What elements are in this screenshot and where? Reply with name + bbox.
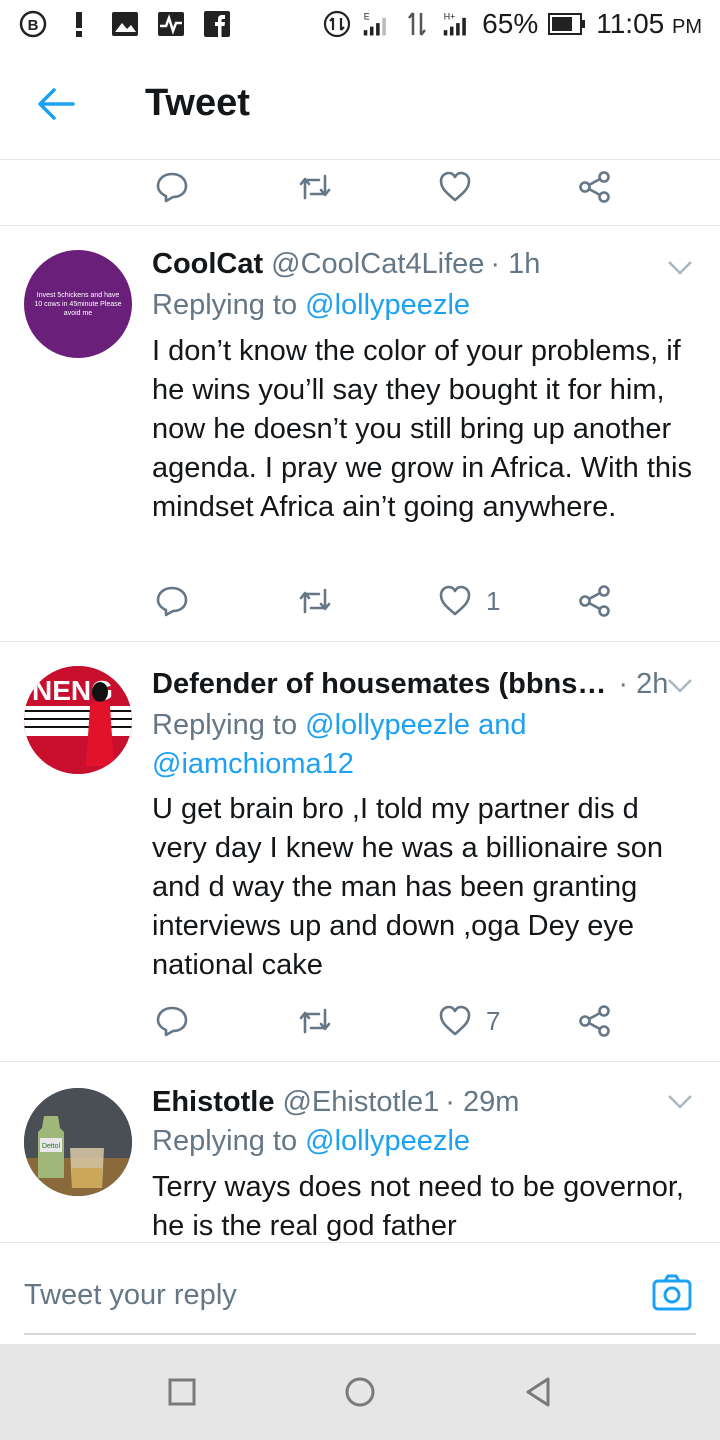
author-handle[interactable]: @CoolCat4Lifee — [271, 248, 484, 281]
tweet-defender[interactable]: NENG Defender of housemates (bbns… · 2h … — [0, 642, 720, 1062]
tweet-header: CoolCat @CoolCat4Lifee · 1h — [152, 248, 690, 281]
mention-link-2[interactable]: @iamchioma12 — [152, 748, 354, 780]
avatar[interactable]: Invest 5chickens and have 10 cows in 45m… — [24, 250, 132, 358]
tweet-time: · 1h — [490, 248, 541, 280]
avatar[interactable]: NENG — [24, 666, 132, 774]
tweet-body: I don’t know the color of your problems,… — [152, 335, 692, 523]
like-button[interactable] — [438, 170, 472, 204]
reply-composer: Tweet your reply — [0, 1242, 720, 1344]
retweet-button[interactable] — [297, 170, 333, 204]
replying-to: Replying to @lollypeezle — [152, 1122, 690, 1161]
clock: 11:05 PM — [596, 8, 702, 40]
back-button[interactable] — [34, 82, 78, 126]
parent-tweet-actions — [0, 160, 720, 226]
tweet-header: Defender of housemates (bbns… · 2h — [152, 668, 690, 701]
tweet-time: · 29m — [445, 1086, 520, 1118]
replying-prefix: Replying to — [152, 1125, 298, 1157]
reply-icon — [156, 172, 188, 203]
like-count: 7 — [486, 1005, 501, 1036]
app-header: Tweet — [0, 48, 720, 160]
share-icon — [579, 585, 610, 617]
retweet-icon — [299, 588, 331, 614]
replying-to: Replying to @lollypeezle and @iamchioma1… — [152, 706, 690, 784]
mention-link[interactable]: @lollypeezle and — [305, 709, 526, 741]
tweet-header: Ehistotle @Ehistotle1 · 29m — [152, 1086, 690, 1119]
reply-button[interactable] — [155, 1004, 189, 1038]
replying-prefix: Replying to — [152, 709, 298, 741]
like-count: 1 — [486, 585, 501, 616]
svg-text:B: B — [28, 17, 39, 34]
chevron-down-icon[interactable] — [666, 676, 694, 696]
tweet-time: · 2h — [618, 668, 669, 700]
mention-link[interactable]: @lollypeezle — [305, 1125, 470, 1157]
battery-icon — [548, 9, 586, 39]
data-transfer-icon — [402, 9, 432, 39]
clock-ampm: PM — [672, 16, 702, 38]
network-h-label: H+ — [444, 12, 456, 22]
camera-button[interactable] — [652, 1273, 692, 1313]
share-button[interactable] — [578, 170, 612, 204]
clock-time: 11:05 — [596, 8, 665, 39]
avatar-caption: Invest 5chickens and have 10 cows in 45m… — [34, 291, 122, 317]
back-nav-button[interactable] — [522, 1376, 554, 1408]
replying-prefix: Replying to — [152, 289, 298, 321]
reply-input-underline — [24, 1333, 696, 1335]
tweet-ehistotle[interactable]: Dettol Ehistotle @Ehistotle1 · 29m Reply… — [0, 1062, 720, 1242]
author-name[interactable]: Ehistotle — [152, 1086, 274, 1119]
reply-input[interactable]: Tweet your reply — [24, 1279, 237, 1312]
data-saver-icon — [322, 9, 352, 39]
reply-icon — [156, 1006, 188, 1037]
reply-button[interactable] — [155, 170, 189, 204]
camera-icon — [652, 1274, 692, 1311]
home-button[interactable] — [344, 1376, 376, 1408]
b-app-icon: B — [18, 9, 48, 39]
system-navigation-bar — [0, 1344, 720, 1440]
replying-to: Replying to @lollypeezle — [152, 286, 690, 325]
avatar-caption: Dettol — [42, 1143, 61, 1150]
status-bar: B E H+ 65% 11:05 PM — [0, 0, 720, 48]
chevron-down-icon[interactable] — [666, 258, 694, 278]
alert-icon — [64, 9, 94, 39]
retweet-button[interactable] — [297, 584, 333, 618]
avatar[interactable]: Dettol — [24, 1088, 132, 1196]
reply-button[interactable] — [155, 584, 189, 618]
signal-1-icon: E — [362, 9, 392, 39]
like-icon — [439, 171, 471, 202]
like-icon — [439, 585, 471, 616]
share-button[interactable] — [578, 584, 612, 618]
chevron-down-icon[interactable] — [666, 1092, 694, 1112]
share-icon — [579, 171, 610, 203]
like-icon — [439, 1005, 471, 1036]
mention-link[interactable]: @lollypeezle — [305, 289, 470, 321]
avatar-image: Dettol — [24, 1088, 132, 1196]
facebook-icon — [202, 9, 232, 39]
battery-percent: 65% — [482, 8, 539, 39]
author-handle[interactable]: @Ehistotle1 — [282, 1086, 439, 1119]
share-icon — [579, 1005, 610, 1037]
recents-button[interactable] — [166, 1376, 198, 1408]
avatar-image: NENG — [24, 666, 132, 774]
status-system-icons: E H+ 65% 11:05 PM — [322, 8, 702, 40]
page-title: Tweet — [145, 82, 250, 124]
back-arrow-icon — [38, 88, 75, 120]
activity-icon — [156, 9, 186, 39]
tweet-body: Terry ways does not need to be governor,… — [152, 1171, 684, 1242]
author-name[interactable]: Defender of housemates (bbns… — [152, 668, 606, 701]
like-button[interactable]: 7 — [438, 1004, 500, 1038]
gallery-icon — [110, 9, 140, 39]
retweet-icon — [299, 174, 331, 200]
signal-2-icon: H+ — [442, 9, 472, 39]
network-e-label: E — [364, 12, 370, 22]
retweet-icon — [299, 1008, 331, 1034]
share-button[interactable] — [578, 1004, 612, 1038]
like-button[interactable]: 1 — [438, 584, 500, 618]
retweet-button[interactable] — [297, 1004, 333, 1038]
reply-icon — [156, 586, 188, 617]
tweet-coolcat[interactable]: Invest 5chickens and have 10 cows in 45m… — [0, 226, 720, 642]
status-notification-icons: B — [18, 9, 232, 39]
author-name[interactable]: CoolCat — [152, 248, 263, 281]
tweet-body: U get brain bro ,I told my partner dis d… — [152, 793, 663, 981]
